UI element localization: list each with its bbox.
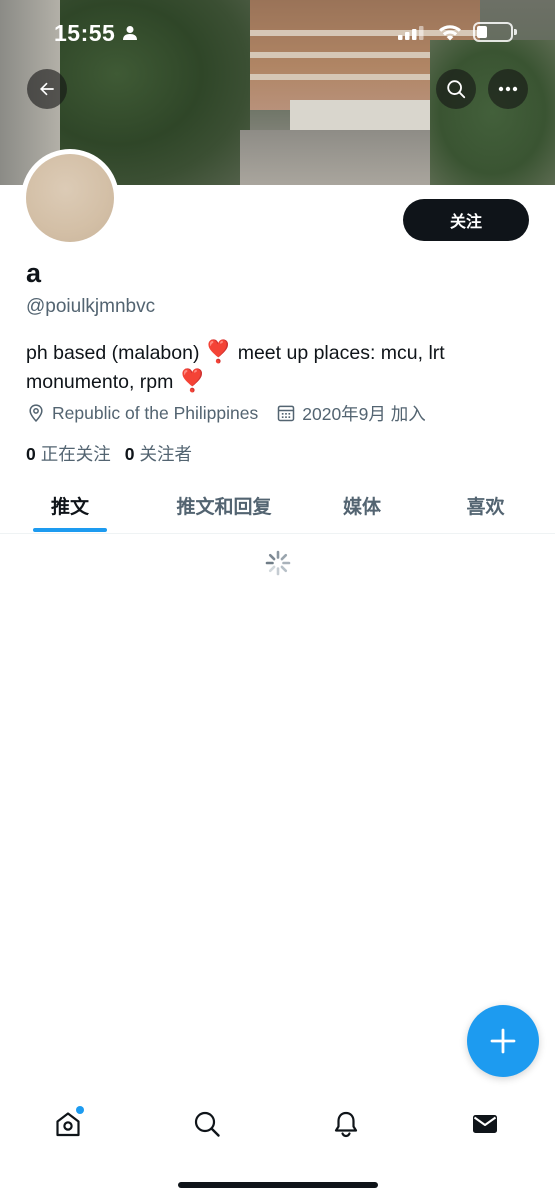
status-bar: 15:55	[0, 0, 555, 66]
wifi-icon	[439, 25, 461, 41]
bell-icon	[334, 1111, 358, 1138]
calendar-icon	[278, 405, 295, 422]
back-button[interactable]	[27, 69, 67, 109]
signal-icon	[398, 26, 424, 40]
following-link[interactable]: 0 正在关注	[26, 441, 111, 466]
joined-date: 2020年9月 加入	[302, 403, 426, 424]
battery-icon	[473, 22, 517, 42]
status-time: 15:55	[54, 20, 116, 46]
bottom-navigation	[0, 1090, 555, 1200]
follow-counts: 0 正在关注 0 关注者	[26, 441, 192, 466]
display-name: a	[26, 258, 42, 288]
followers-count: 0	[124, 444, 135, 464]
more-button[interactable]	[488, 69, 528, 109]
compose-tweet-button[interactable]	[467, 1005, 539, 1077]
search-icon	[447, 80, 466, 99]
envelope-icon	[473, 1115, 497, 1133]
arrow-left-icon	[40, 82, 54, 96]
followers-link[interactable]: 0 关注者	[125, 441, 192, 466]
loading-spinner-icon	[265, 550, 291, 576]
location-pin-icon	[29, 404, 43, 422]
following-label: 正在关注	[40, 444, 111, 464]
active-tab-indicator	[33, 528, 107, 532]
avatar-image	[26, 154, 114, 242]
nav-search[interactable]	[177, 1104, 237, 1144]
search-button[interactable]	[436, 69, 476, 109]
tab-likes[interactable]: 喜欢	[416, 477, 555, 534]
heart-emoji: ❣️	[178, 368, 207, 393]
home-indicator	[178, 1182, 378, 1188]
following-count: 0	[26, 444, 36, 464]
tab-media[interactable]: 媒体	[308, 477, 416, 534]
location-text: Republic of the Philippines	[52, 402, 259, 423]
profile-tabs: 推文 推文和回复 媒体 喜欢	[0, 477, 555, 534]
follow-button[interactable]: 关注	[403, 199, 529, 241]
plus-icon	[490, 1028, 516, 1054]
person-icon	[123, 26, 137, 40]
avatar[interactable]	[21, 149, 119, 247]
profile-bio: ph based (malabon) ❣️ meet up places: mc…	[26, 338, 531, 396]
search-icon	[194, 1111, 220, 1137]
tab-tweets[interactable]: 推文	[0, 477, 140, 534]
nav-notifications[interactable]	[316, 1104, 376, 1144]
new-content-dot	[76, 1106, 84, 1114]
tab-tweets-and-replies[interactable]: 推文和回复	[140, 477, 308, 534]
nav-messages[interactable]	[455, 1104, 515, 1144]
nav-home[interactable]	[38, 1104, 98, 1144]
followers-label: 关注者	[139, 444, 192, 464]
more-icon	[498, 86, 518, 92]
banner-road	[240, 130, 460, 185]
heart-emoji: ❣️	[204, 339, 233, 364]
user-handle: @poiulkjmnbvc	[26, 296, 156, 317]
bio-text-1: ph based (malabon)	[26, 342, 205, 364]
profile-meta: Republic of the Philippines 2020年9月 加入	[26, 401, 426, 425]
